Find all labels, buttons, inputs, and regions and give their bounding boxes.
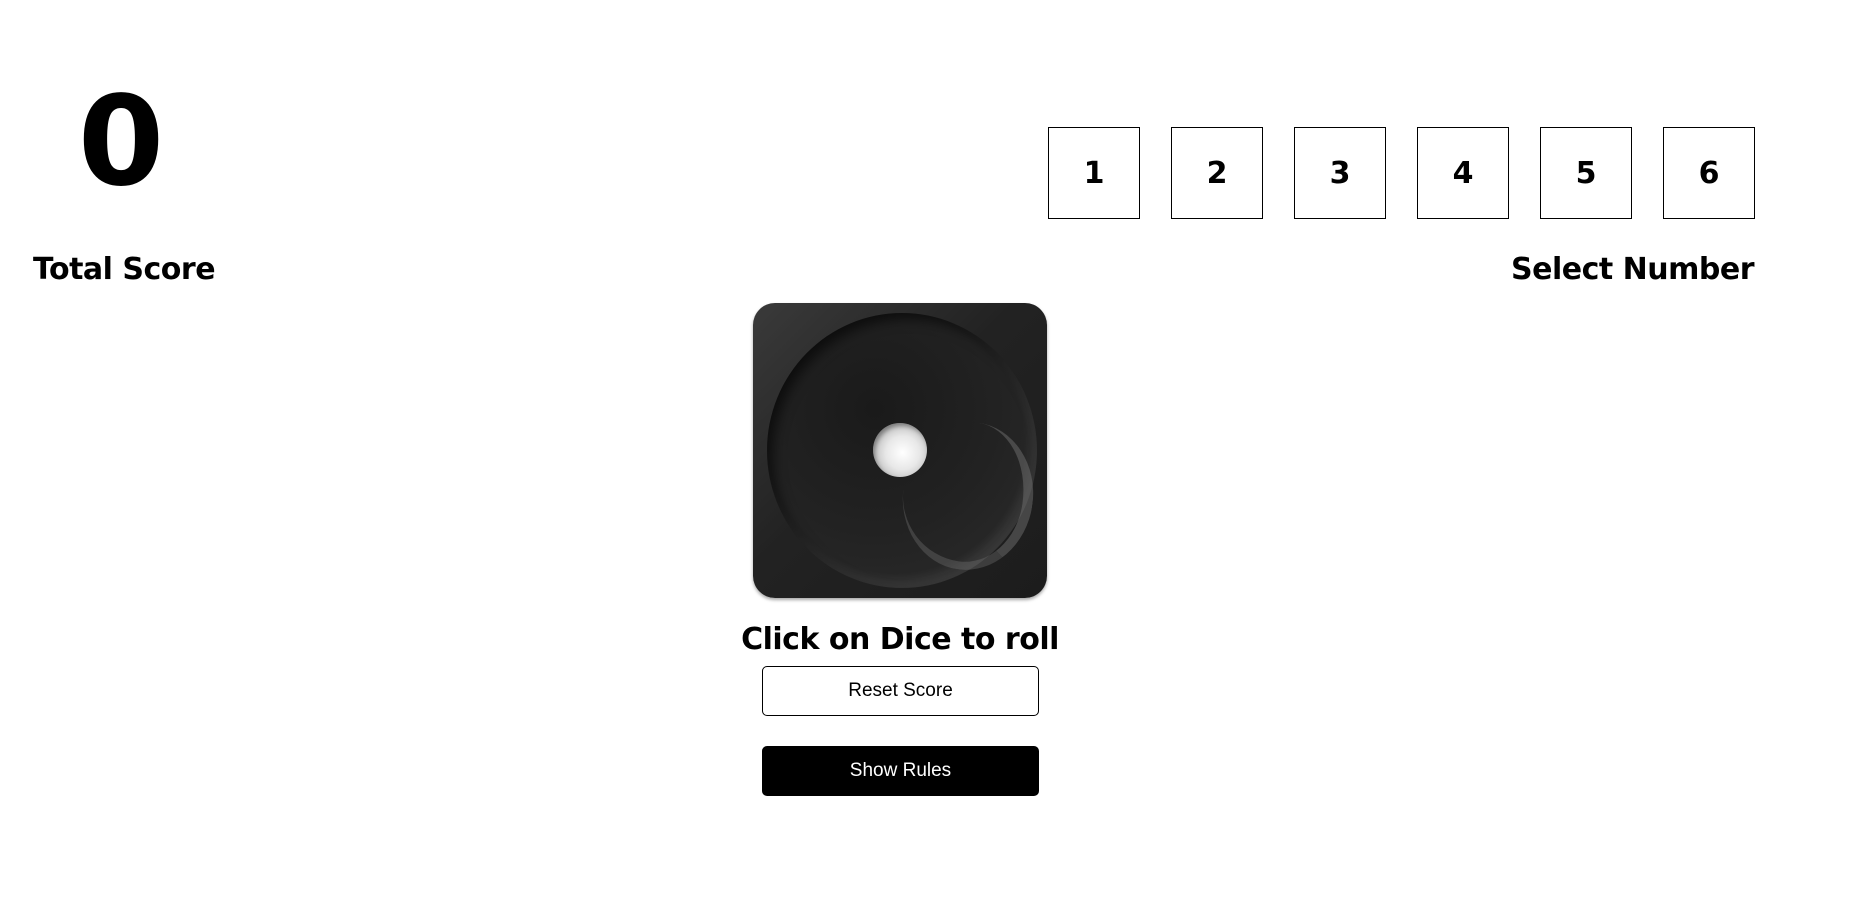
score-panel: 0	[30, 80, 210, 204]
number-option-1[interactable]: 1	[1048, 127, 1140, 219]
roll-instruction: Click on Dice to roll	[741, 622, 1059, 657]
number-option-2[interactable]: 2	[1171, 127, 1263, 219]
dice-game-page: 0 Total Score 1 2 3 4 5 6 Select Number …	[0, 0, 1850, 921]
total-score-value: 0	[77, 70, 164, 214]
reset-score-button[interactable]: Reset Score	[762, 666, 1039, 716]
number-selector: 1 2 3 4 5 6	[1048, 127, 1755, 219]
number-option-3[interactable]: 3	[1294, 127, 1386, 219]
number-option-5[interactable]: 5	[1540, 127, 1632, 219]
number-option-4[interactable]: 4	[1417, 127, 1509, 219]
show-rules-button[interactable]: Show Rules	[762, 746, 1039, 796]
select-number-label: Select Number	[1511, 252, 1755, 287]
total-score-label: Total Score	[33, 252, 216, 287]
dice-one-icon[interactable]	[753, 303, 1047, 598]
dice-pip	[873, 423, 927, 477]
number-option-6[interactable]: 6	[1663, 127, 1755, 219]
